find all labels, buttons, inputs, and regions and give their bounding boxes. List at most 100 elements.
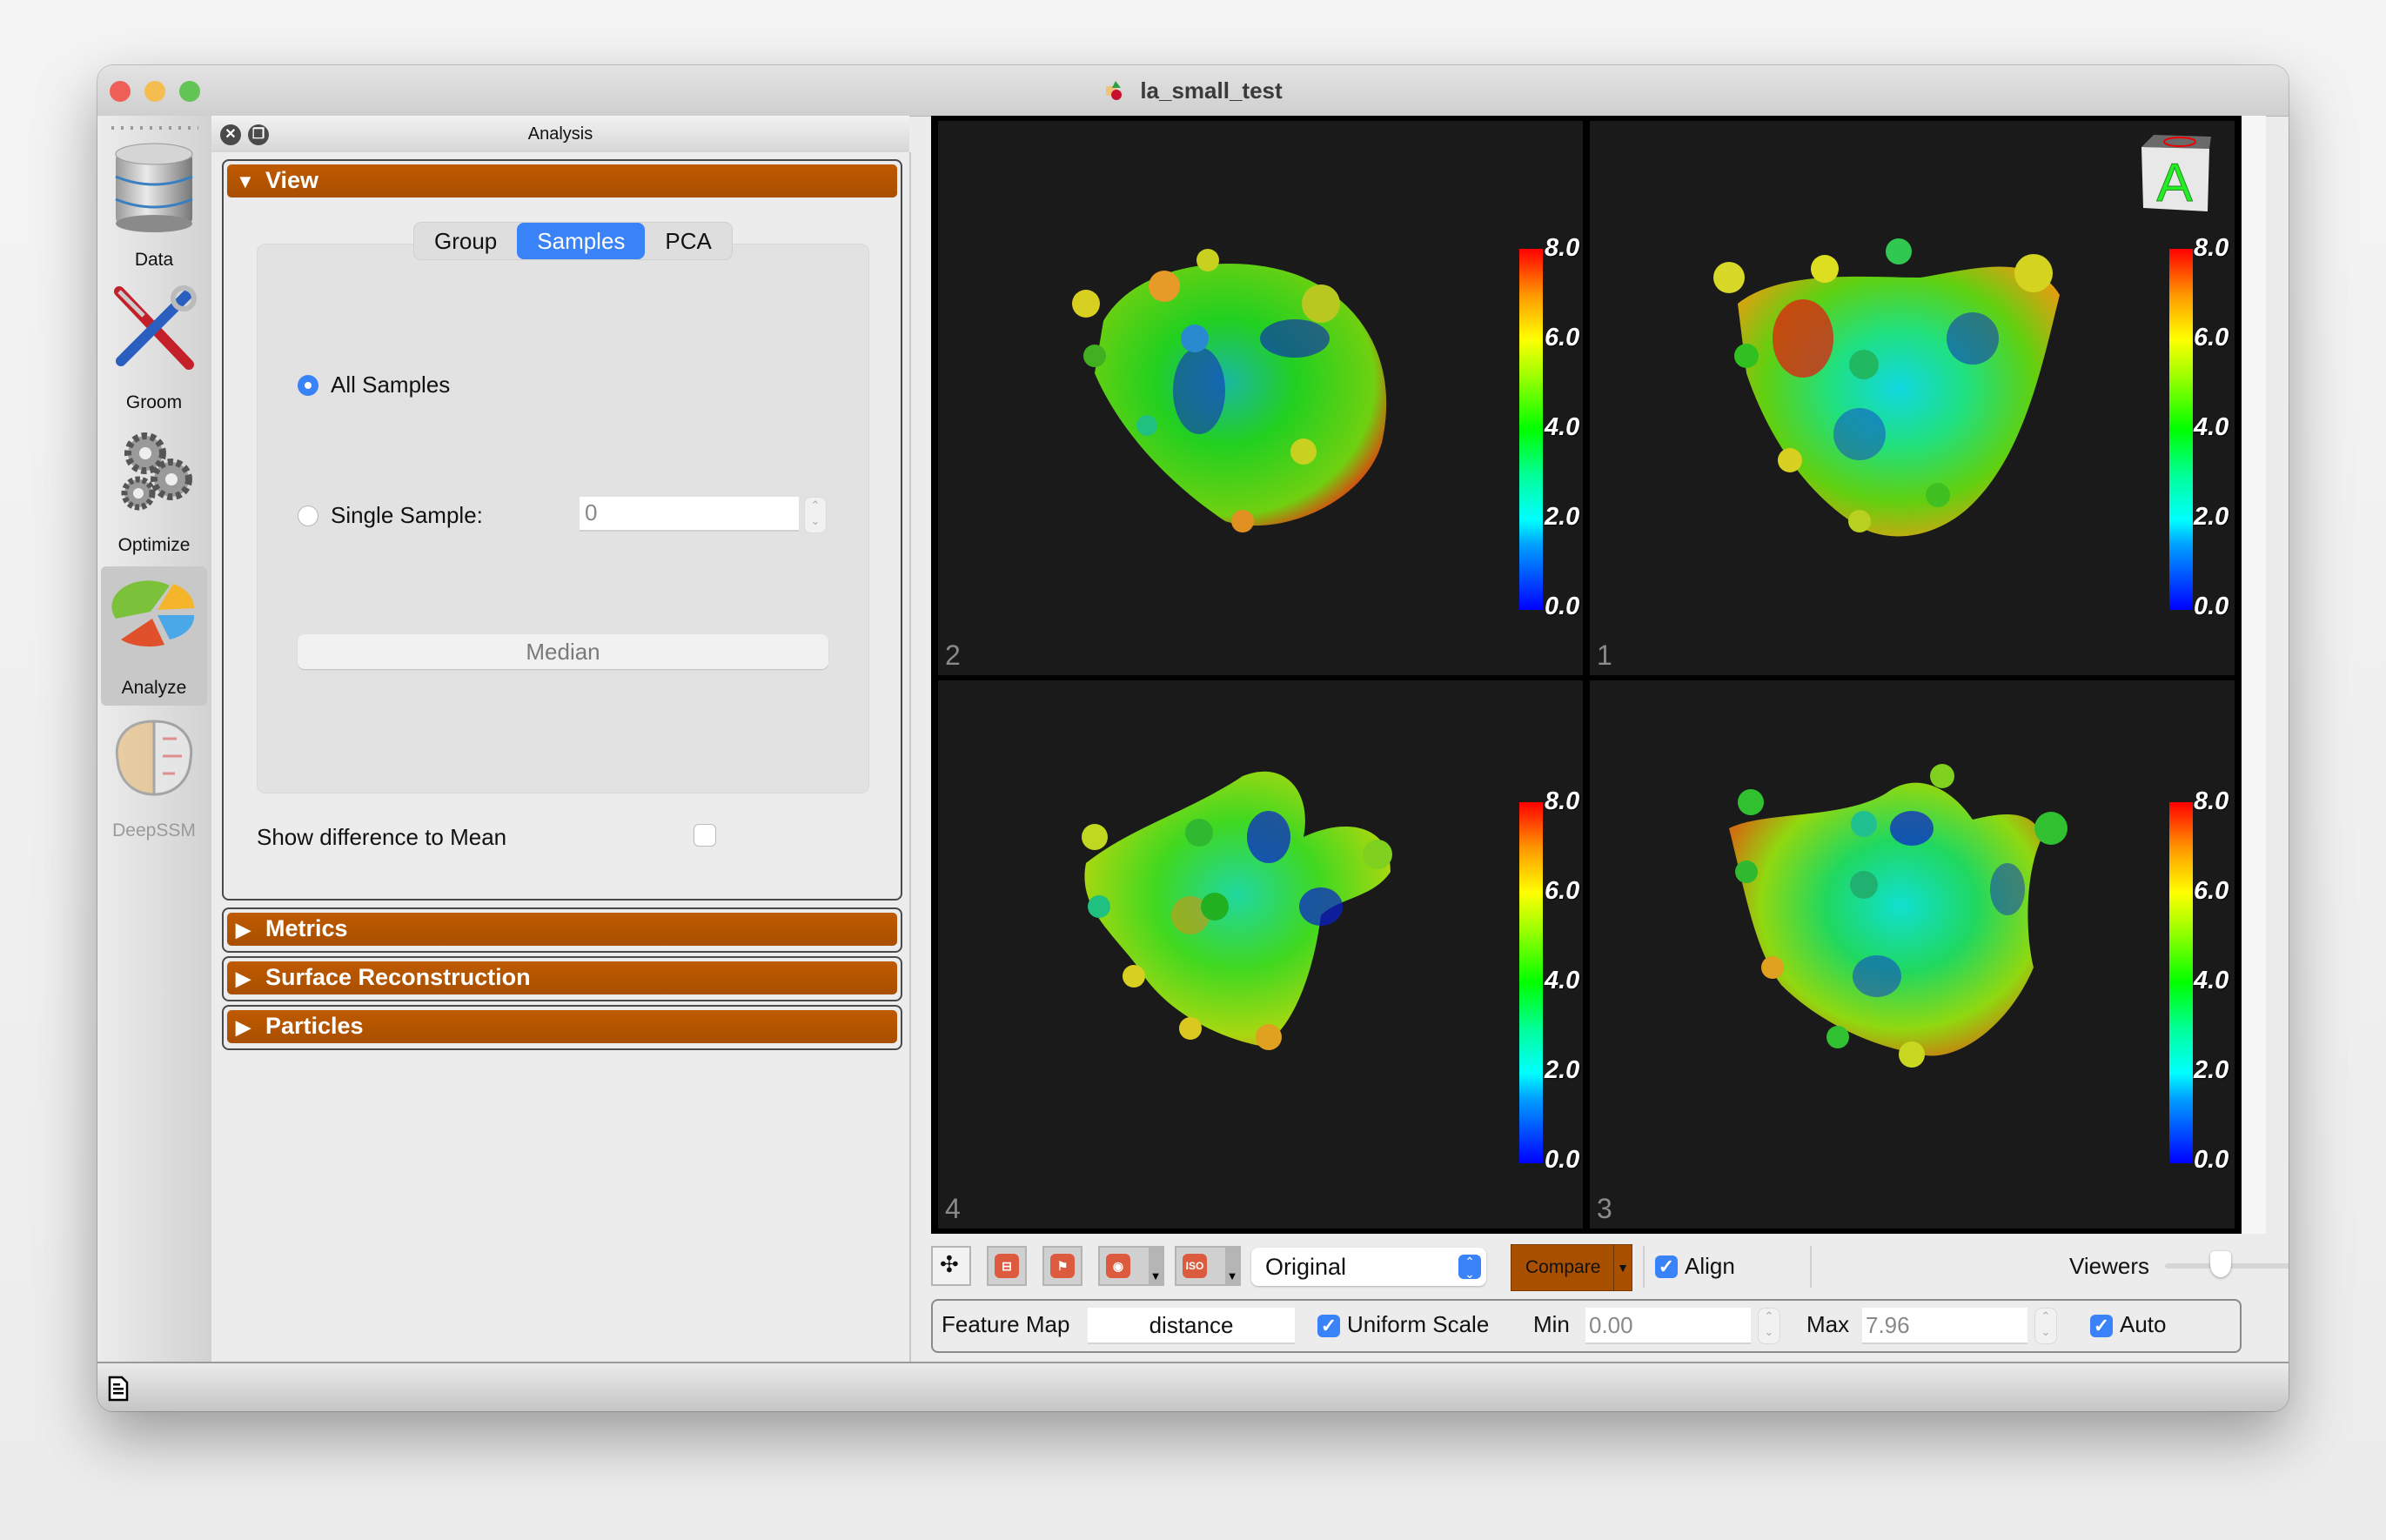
- colorbar-tick: 8.0: [1545, 787, 1580, 815]
- colorbar-tick: 0.0: [1545, 1146, 1580, 1174]
- max-input[interactable]: 7.96: [1862, 1308, 2027, 1344]
- single-sample-label: Single Sample:: [331, 502, 483, 528]
- single-sample-stepper[interactable]: ⌃ ⌄: [804, 497, 827, 533]
- tool-groom-label: Groom: [125, 392, 183, 412]
- feature-map-select[interactable]: distance: [1088, 1308, 1295, 1344]
- particles-section-title: Particles: [265, 1013, 364, 1039]
- shape-render: [1713, 238, 2060, 537]
- collapsed-arrow-icon: ▶: [236, 1016, 251, 1038]
- viewer-4[interactable]: 8.0 6.0 4.0 2.0 0.0 4: [938, 680, 1583, 1229]
- tool-optimize[interactable]: Optimize: [101, 424, 207, 563]
- brain-icon: [115, 720, 193, 796]
- tool-groom[interactable]: Groom: [101, 281, 207, 420]
- app-icon: [1103, 79, 1128, 102]
- colorbar-tick: 0.0: [2194, 593, 2229, 620]
- orientation-cube[interactable]: A: [2138, 133, 2211, 214]
- visibility-dropdown-arrow-icon[interactable]: ▼: [1149, 1248, 1163, 1284]
- status-bar: [97, 1362, 2289, 1411]
- uniform-scale-label: Uniform Scale: [1347, 1311, 1490, 1337]
- align-label: Align: [1685, 1253, 1735, 1279]
- auto-checkbox[interactable]: ✓: [2090, 1315, 2113, 1337]
- min-label: Min: [1533, 1311, 1570, 1337]
- expanded-arrow-icon: ▼: [236, 171, 255, 192]
- metrics-section-header[interactable]: ▶ Metrics: [227, 913, 897, 946]
- viewer-3[interactable]: 8.0 6.0 4.0 2.0 0.0 3: [1590, 680, 2235, 1229]
- tool-data[interactable]: Data: [101, 138, 207, 278]
- viewer-number: 1: [1597, 639, 1612, 671]
- colorbar-ticks: 8.0 6.0 4.0 2.0 0.0: [2194, 787, 2235, 1174]
- align-checkbox[interactable]: ✓: [1655, 1255, 1678, 1278]
- tab-samples[interactable]: Samples: [517, 223, 646, 259]
- single-sample-radio[interactable]: [298, 506, 318, 526]
- collapsed-arrow-icon: ▶: [236, 968, 251, 989]
- viewer-scroll-strip: [2242, 116, 2266, 1234]
- viewer-1[interactable]: A 8.0 6.0 4.0 2.0 0.0 1: [1590, 121, 2235, 675]
- colorbar-ticks: 8.0 6.0 4.0 2.0 0.0: [2194, 234, 2235, 620]
- viewers-slider[interactable]: [2165, 1251, 2289, 1277]
- view-section-header[interactable]: ▼ View: [227, 164, 897, 198]
- tab-group[interactable]: Group: [414, 223, 517, 259]
- tab-pca[interactable]: PCA: [645, 223, 731, 259]
- viewer-toolbar: ✣ ⊟ ⚑ ◉ ▼ ISO ▼ Original ⌃ ⌄ Compare ▼ ✓ …: [931, 1242, 2289, 1291]
- colorbar-tick: 8.0: [2194, 234, 2229, 262]
- flag-icon: ⚑: [1050, 1254, 1075, 1278]
- viewer-number: 2: [945, 639, 961, 671]
- title-bar: la_small_test: [97, 65, 2289, 117]
- colorbar-tick: 4.0: [1545, 967, 1580, 994]
- max-label: Max: [1806, 1311, 1850, 1337]
- wrench-screwdriver-icon: [114, 285, 197, 370]
- viewers-slider-thumb[interactable]: [2209, 1251, 2231, 1277]
- tool-deepssm[interactable]: DeepSSM: [101, 709, 207, 848]
- colorbar-tick: 2.0: [1545, 503, 1580, 531]
- median-button[interactable]: Median: [298, 634, 828, 669]
- gears-icon: [121, 432, 192, 511]
- iso-button[interactable]: ISO ▼: [1175, 1246, 1241, 1286]
- display-mode-select[interactable]: Original ⌃ ⌄: [1251, 1248, 1486, 1286]
- colorbar-tick: 2.0: [2194, 1056, 2229, 1084]
- toolbar-separator: [1810, 1246, 1812, 1288]
- analysis-panel-header: ✕ ❐ Analysis: [211, 116, 909, 153]
- iso-dropdown-arrow-icon[interactable]: ▼: [1225, 1248, 1239, 1284]
- viewer-2[interactable]: 8.0 6.0 4.0 2.0 0.0 2: [938, 121, 1583, 675]
- shape-render: [1082, 771, 1392, 1050]
- single-sample-input[interactable]: 0: [580, 497, 799, 532]
- analysis-panel-title: Analysis: [527, 124, 593, 144]
- viewer-number: 4: [945, 1193, 961, 1224]
- min-stepper[interactable]: ⌃ ⌄: [1758, 1308, 1780, 1344]
- log-button[interactable]: [108, 1376, 129, 1406]
- colorbar-tick: 6.0: [2194, 877, 2229, 905]
- compare-dropdown-arrow-icon[interactable]: ▼: [1613, 1245, 1632, 1290]
- uniform-scale-checkbox[interactable]: ✓: [1317, 1315, 1340, 1337]
- viewer-number: 3: [1597, 1193, 1612, 1224]
- pie-chart-icon: [111, 580, 195, 647]
- particles-section-header[interactable]: ▶ Particles: [227, 1010, 897, 1043]
- colorbar-tick: 4.0: [1545, 413, 1580, 441]
- show-difference-checkbox[interactable]: [694, 824, 716, 847]
- shape-render: [1729, 764, 2068, 1068]
- collapsed-arrow-icon: ▶: [236, 919, 251, 941]
- tool-data-label: Data: [134, 250, 174, 270]
- viewer-grid: 8.0 6.0 4.0 2.0 0.0 2 A 8.0 6.0 4.0 2.0 …: [931, 116, 2242, 1234]
- min-input[interactable]: 0.00: [1585, 1308, 1751, 1344]
- view-tab-frame: All Samples Single Sample: 0 ⌃ ⌄ Median: [257, 244, 869, 793]
- tool-analyze[interactable]: Analyze: [101, 566, 207, 706]
- compare-button[interactable]: Compare ▼: [1511, 1244, 1632, 1291]
- surface-reconstruction-section: ▶ Surface Reconstruction: [222, 956, 902, 1001]
- show-difference-label: Show difference to Mean: [257, 824, 507, 850]
- colorbar-tick: 4.0: [2194, 967, 2229, 994]
- surface-reconstruction-section-header[interactable]: ▶ Surface Reconstruction: [227, 961, 897, 994]
- collapse-views-button[interactable]: ✣: [931, 1246, 971, 1286]
- all-samples-radio[interactable]: [298, 375, 318, 396]
- landmarks-button[interactable]: ⚑: [1042, 1246, 1082, 1286]
- toolbar-grip[interactable]: [111, 126, 198, 130]
- particles-section: ▶ Particles: [222, 1005, 902, 1050]
- colorbar: [1519, 802, 1543, 1163]
- max-stepper[interactable]: ⌃ ⌄: [2034, 1308, 2057, 1344]
- colorbar-tick: 2.0: [2194, 503, 2229, 531]
- auto-view-button[interactable]: ⊟: [987, 1246, 1027, 1286]
- visibility-button[interactable]: ◉ ▼: [1098, 1246, 1164, 1286]
- select-arrows-icon: ⌃ ⌄: [1458, 1255, 1481, 1280]
- tool-deepssm-label: DeepSSM: [112, 820, 196, 840]
- analysis-panel: ▼ View All Samples Single Sample: 0 ⌃ ⌄ M…: [211, 152, 911, 1362]
- colorbar-tick: 6.0: [1545, 877, 1580, 905]
